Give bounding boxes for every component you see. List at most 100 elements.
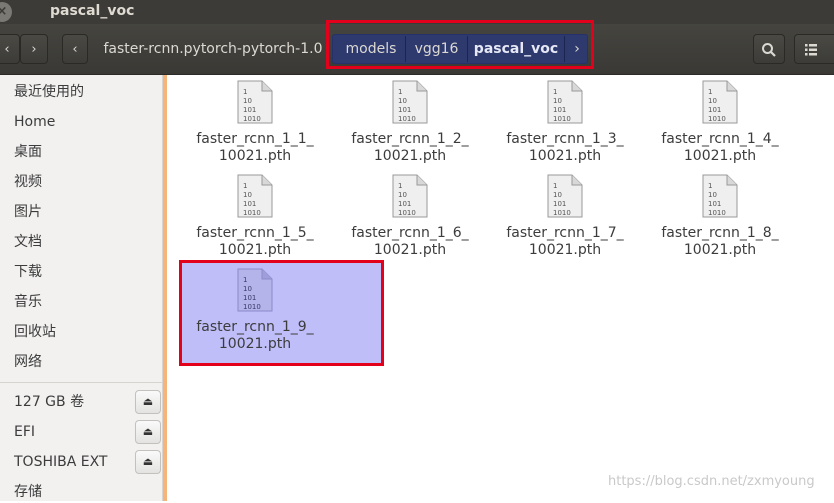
sidebar-item-label: EFI [14,424,36,440]
sidebar-item-pictures[interactable]: 图片 [14,201,42,223]
file-name: faster_rcnn_1_6_ 10021.pth [335,225,485,259]
forward-arrow-icon: › [31,42,37,57]
file-name-line2: 10021.pth [218,148,292,164]
binary-file-icon: 1 10 101 1010 [237,80,273,124]
file-icon-text: 1 10 101 1010 [398,182,416,217]
sidebar-item-music[interactable]: 音乐 [14,291,42,313]
file-name-line2: 10021.pth [528,148,602,164]
file-name-line1: faster_rcnn_1_2_ [351,131,469,147]
sidebar-item-label: 音乐 [14,294,42,310]
sidebar-item-network[interactable]: 网络 [14,351,42,373]
file-item[interactable]: 1 10 101 1010 faster_rcnn_1_2_ 10021.pth [335,80,485,165]
binary-file-icon: 1 10 101 1010 [392,174,428,218]
file-icon-text: 1 10 101 1010 [708,182,726,217]
file-name: faster_rcnn_1_5_ 10021.pth [180,225,330,259]
sidebar-item-videos[interactable]: 视频 [14,171,42,193]
eject-button[interactable]: ⏏ [135,450,161,474]
binary-file-icon: 1 10 101 1010 [547,174,583,218]
binary-file-icon: 1 10 101 1010 [702,80,738,124]
sidebar-item-label: 视频 [14,174,42,190]
file-name-line1: faster_rcnn_1_8_ [661,225,779,241]
sidebar-item-label: Home [14,114,56,130]
sidebar-item-label: 回收站 [14,324,56,340]
file-name-line2: 10021.pth [528,242,602,258]
binary-file-icon: 1 10 101 1010 [237,174,273,218]
search-icon [762,43,776,57]
sidebar-item-label: 网络 [14,354,42,370]
sidebar-item-label: 文档 [14,234,42,250]
sidebar-item-efi[interactable]: EFI [14,421,35,443]
file-icon-text: 1 10 101 1010 [243,88,261,123]
file-name-line1: faster_rcnn_1_6_ [351,225,469,241]
file-name-line1: faster_rcnn_1_5_ [196,225,314,241]
file-name: faster_rcnn_1_1_ 10021.pth [180,131,330,165]
file-icon-text: 1 10 101 1010 [553,182,571,217]
chevron-left-icon: ‹ [72,42,78,57]
forward-button[interactable]: › [20,34,48,64]
file-name-line2: 10021.pth [373,242,447,258]
sidebar-item-label: 最近使用的 [14,84,84,100]
back-arrow-icon: ‹ [4,42,10,57]
eject-icon: ⏏ [142,425,154,438]
file-name-line1: faster_rcnn_1_4_ [661,131,779,147]
eject-icon: ⏏ [142,395,154,408]
sidebar-item-trash[interactable]: 回收站 [14,321,56,343]
file-item[interactable]: 1 10 101 1010 faster_rcnn_1_5_ 10021.pth [180,174,330,259]
file-item[interactable]: 1 10 101 1010 faster_rcnn_1_3_ 10021.pth [490,80,640,165]
close-window-icon[interactable]: × [0,2,12,22]
sidebar-item-label: 下载 [14,264,42,280]
sidebar-item-volume-127gb[interactable]: 127 GB 卷 [14,391,84,413]
file-icon-text: 1 10 101 1010 [243,182,261,217]
sidebar-item-label: 桌面 [14,144,42,160]
file-item[interactable]: 1 10 101 1010 faster_rcnn_1_6_ 10021.pth [335,174,485,259]
file-item[interactable]: 1 10 101 1010 faster_rcnn_1_4_ 10021.pth [645,80,795,165]
file-item[interactable]: 1 10 101 1010 faster_rcnn_1_7_ 10021.pth [490,174,640,259]
sidebar-item-desktop[interactable]: 桌面 [14,141,42,163]
sidebar-item-label: 存储 [14,484,42,500]
breadcrumb-highlight-annotation [326,20,594,69]
sidebar-item-label: 图片 [14,204,42,220]
file-name-line2: 10021.pth [683,148,757,164]
file-icon-text: 1 10 101 1010 [398,88,416,123]
sidebar-item-storage[interactable]: 存储 [14,481,42,503]
file-name-line2: 10021.pth [218,242,292,258]
binary-file-icon: 1 10 101 1010 [547,80,583,124]
sidebar-item-recent[interactable]: 最近使用的 [14,81,84,103]
sidebar-item-downloads[interactable]: 下载 [14,261,42,283]
view-mode-button[interactable] [794,34,834,64]
file-name-line1: faster_rcnn_1_3_ [506,131,624,147]
sidebar-item-label: TOSHIBA EXT [14,454,108,470]
selected-file-highlight-annotation [179,260,384,366]
sidebar-divider [0,382,162,383]
sidebar-scroll-indicator[interactable] [163,75,167,501]
binary-file-icon: 1 10 101 1010 [702,174,738,218]
file-icon-text: 1 10 101 1010 [553,88,571,123]
sidebar-item-label: 127 GB 卷 [14,394,85,410]
path-scroll-left-button[interactable]: ‹ [62,34,88,64]
sidebar: 最近使用的 Home 桌面 视频 图片 文档 下载 音乐 回收站 网络 127 … [0,75,163,501]
file-name: faster_rcnn_1_7_ 10021.pth [490,225,640,259]
binary-file-icon: 1 10 101 1010 [392,80,428,124]
file-name: faster_rcnn_1_8_ 10021.pth [645,225,795,259]
breadcrumb-parent[interactable]: faster-rcnn.pytorch-pytorch-1.0 [98,34,328,64]
sidebar-item-documents[interactable]: 文档 [14,231,42,253]
eject-button[interactable]: ⏏ [135,420,161,444]
file-icon-text: 1 10 101 1010 [708,88,726,123]
list-view-icon [805,44,817,56]
file-item[interactable]: 1 10 101 1010 faster_rcnn_1_1_ 10021.pth [180,80,330,165]
file-name-line2: 10021.pth [683,242,757,258]
search-button[interactable] [753,34,785,64]
file-name-line1: faster_rcnn_1_7_ [506,225,624,241]
file-name-line2: 10021.pth [373,148,447,164]
file-name: faster_rcnn_1_3_ 10021.pth [490,131,640,165]
watermark: https://blog.csdn.net/zxmyoung [608,474,815,489]
eject-button[interactable]: ⏏ [135,390,161,414]
sidebar-item-home[interactable]: Home [14,111,55,133]
file-item[interactable]: 1 10 101 1010 faster_rcnn_1_8_ 10021.pth [645,174,795,259]
file-name: faster_rcnn_1_4_ 10021.pth [645,131,795,165]
window-title: pascal_voc [50,3,135,19]
file-name: faster_rcnn_1_2_ 10021.pth [335,131,485,165]
eject-icon: ⏏ [142,455,154,468]
back-button[interactable]: ‹ [0,34,20,64]
sidebar-item-toshiba-ext[interactable]: TOSHIBA EXT [14,451,108,473]
